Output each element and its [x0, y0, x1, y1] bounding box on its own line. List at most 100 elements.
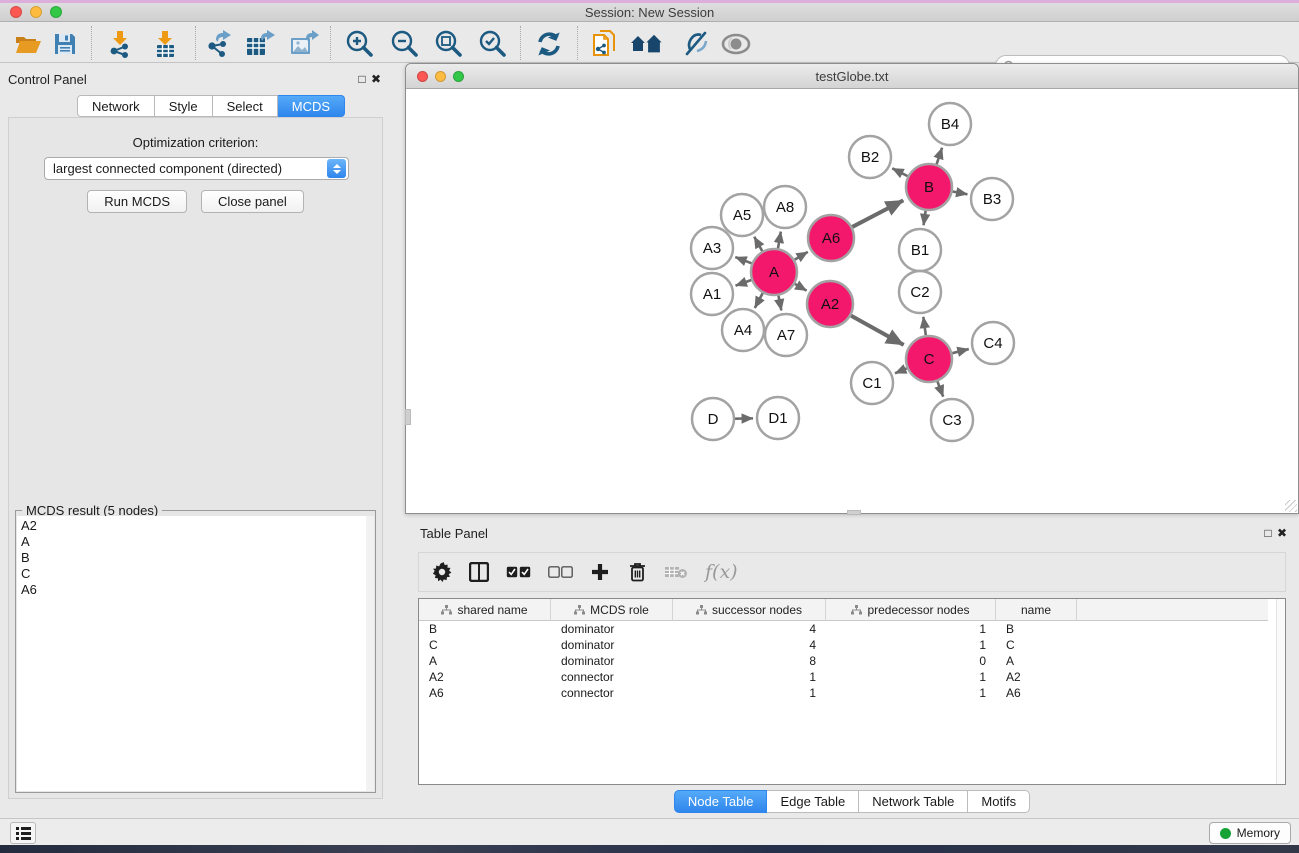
edge-A-A5[interactable] — [754, 237, 762, 251]
mcds-result-item[interactable]: B — [21, 550, 363, 566]
edge-A-A1[interactable] — [736, 280, 752, 286]
table-cell[interactable]: 4 — [673, 622, 826, 636]
table-cell[interactable]: 1 — [673, 670, 826, 684]
table-cell[interactable]: 1 — [826, 622, 996, 636]
close-panel-action-button[interactable]: Close panel — [201, 190, 304, 213]
mcds-list-scrollbar[interactable] — [366, 516, 374, 791]
edge-A-A2[interactable] — [795, 284, 807, 291]
network-close-button[interactable] — [417, 71, 428, 82]
column-header-MCDS-role[interactable]: MCDS role — [551, 599, 673, 621]
node-A2[interactable]: A2 — [807, 281, 853, 327]
column-header-predecessor-nodes[interactable]: predecessor nodes — [826, 599, 996, 621]
table-cell[interactable]: A6 — [419, 686, 551, 700]
mcds-result-item[interactable]: A2 — [21, 518, 363, 534]
tab-node-table[interactable]: Node Table — [674, 790, 768, 813]
import-network-button[interactable] — [103, 28, 137, 60]
edge-C-C1[interactable] — [895, 368, 907, 373]
table-cell[interactable]: connector — [551, 686, 673, 700]
column-header-shared-name[interactable]: shared name — [419, 599, 551, 621]
delete-column-button[interactable] — [627, 560, 647, 584]
export-table-button[interactable] — [243, 28, 277, 60]
table-cell[interactable]: 0 — [826, 654, 996, 668]
zoom-in-button[interactable] — [342, 28, 376, 60]
memory-button[interactable]: Memory — [1209, 822, 1291, 844]
float-table-panel-button[interactable]: □ — [1261, 526, 1275, 540]
node-D1[interactable]: D1 — [757, 397, 799, 439]
table-cell[interactable]: 4 — [673, 638, 826, 652]
edge-A-A7[interactable] — [778, 296, 781, 311]
table-row[interactable]: A6connector11A6 — [419, 685, 1268, 701]
mcds-result-item[interactable]: A6 — [21, 582, 363, 598]
table-cell[interactable]: 1 — [826, 686, 996, 700]
node-A4[interactable]: A4 — [722, 309, 764, 351]
zoom-fit-button[interactable] — [431, 28, 465, 60]
horizontal-scroll-thumb[interactable] — [847, 510, 861, 515]
table-cell[interactable]: A2 — [419, 670, 551, 684]
node-B2[interactable]: B2 — [849, 136, 891, 178]
node-C3[interactable]: C3 — [931, 399, 973, 441]
home-layout-button[interactable] — [630, 28, 664, 60]
tab-select[interactable]: Select — [213, 95, 278, 117]
node-A1[interactable]: A1 — [691, 273, 733, 315]
task-history-button[interactable] — [10, 822, 36, 844]
table-row[interactable]: Cdominator41C — [419, 637, 1268, 653]
network-minimize-button[interactable] — [435, 71, 446, 82]
edge-A-A6[interactable] — [795, 252, 808, 260]
clone-network-button[interactable] — [588, 28, 622, 60]
network-zoom-button[interactable] — [453, 71, 464, 82]
node-A5[interactable]: A5 — [721, 194, 763, 236]
edge-B-B4[interactable] — [937, 148, 943, 165]
minimize-window-button[interactable] — [30, 6, 42, 18]
tab-network[interactable]: Network — [77, 95, 155, 117]
table-cell[interactable]: 1 — [673, 686, 826, 700]
add-column-button[interactable] — [590, 560, 610, 584]
edge-A6-B[interactable] — [852, 200, 903, 227]
table-scrollbar[interactable] — [1276, 599, 1285, 784]
criterion-select[interactable]: largest connected component (directed) — [44, 157, 349, 180]
apply-function-button[interactable]: f(x) — [705, 560, 738, 584]
split-view-button[interactable] — [469, 560, 489, 584]
table-cell[interactable]: 1 — [826, 670, 996, 684]
edge-C-C4[interactable] — [952, 349, 968, 353]
table-cell[interactable]: 1 — [826, 638, 996, 652]
run-mcds-button[interactable]: Run MCDS — [87, 190, 187, 213]
edge-A-A4[interactable] — [755, 293, 763, 308]
tab-motifs[interactable]: Motifs — [968, 790, 1030, 813]
unselect-all-columns-button[interactable] — [548, 560, 573, 584]
table-cell[interactable]: B — [419, 622, 551, 636]
node-C2[interactable]: C2 — [899, 271, 941, 313]
node-A3[interactable]: A3 — [691, 227, 733, 269]
tab-style[interactable]: Style — [155, 95, 213, 117]
tab-network-table[interactable]: Network Table — [859, 790, 968, 813]
column-header-name[interactable]: name — [996, 599, 1077, 621]
node-C1[interactable]: C1 — [851, 362, 893, 404]
table-cell[interactable]: A — [419, 654, 551, 668]
edge-A2-C[interactable] — [851, 316, 904, 345]
table-cell[interactable]: C — [419, 638, 551, 652]
export-image-button[interactable] — [287, 28, 321, 60]
save-session-button[interactable] — [48, 28, 82, 60]
node-D[interactable]: D — [692, 398, 734, 440]
node-B1[interactable]: B1 — [899, 229, 941, 271]
table-cell[interactable]: C — [996, 638, 1077, 652]
table-cell[interactable]: 8 — [673, 654, 826, 668]
table-cell[interactable]: A2 — [996, 670, 1077, 684]
export-network-button[interactable] — [201, 28, 235, 60]
edge-B-B3[interactable] — [953, 191, 968, 194]
mcds-result-item[interactable]: C — [21, 566, 363, 582]
table-row[interactable]: Bdominator41B — [419, 621, 1268, 637]
zoom-selected-button[interactable] — [475, 28, 509, 60]
window-titlebar[interactable]: Session: New Session — [0, 3, 1299, 22]
select-all-columns-button[interactable] — [506, 560, 531, 584]
node-C[interactable]: C — [906, 336, 952, 382]
table-cell[interactable]: A6 — [996, 686, 1077, 700]
node-B3[interactable]: B3 — [971, 178, 1013, 220]
zoom-window-button[interactable] — [50, 6, 62, 18]
table-row[interactable]: A2connector11A2 — [419, 669, 1268, 685]
show-hide-panels-button[interactable] — [719, 28, 753, 60]
import-table-button[interactable] — [148, 28, 182, 60]
tab-mcds[interactable]: MCDS — [278, 95, 345, 117]
close-panel-button[interactable]: ✖ — [369, 72, 383, 86]
mcds-result-item[interactable]: A — [21, 534, 363, 550]
edge-A-A3[interactable] — [735, 257, 751, 263]
